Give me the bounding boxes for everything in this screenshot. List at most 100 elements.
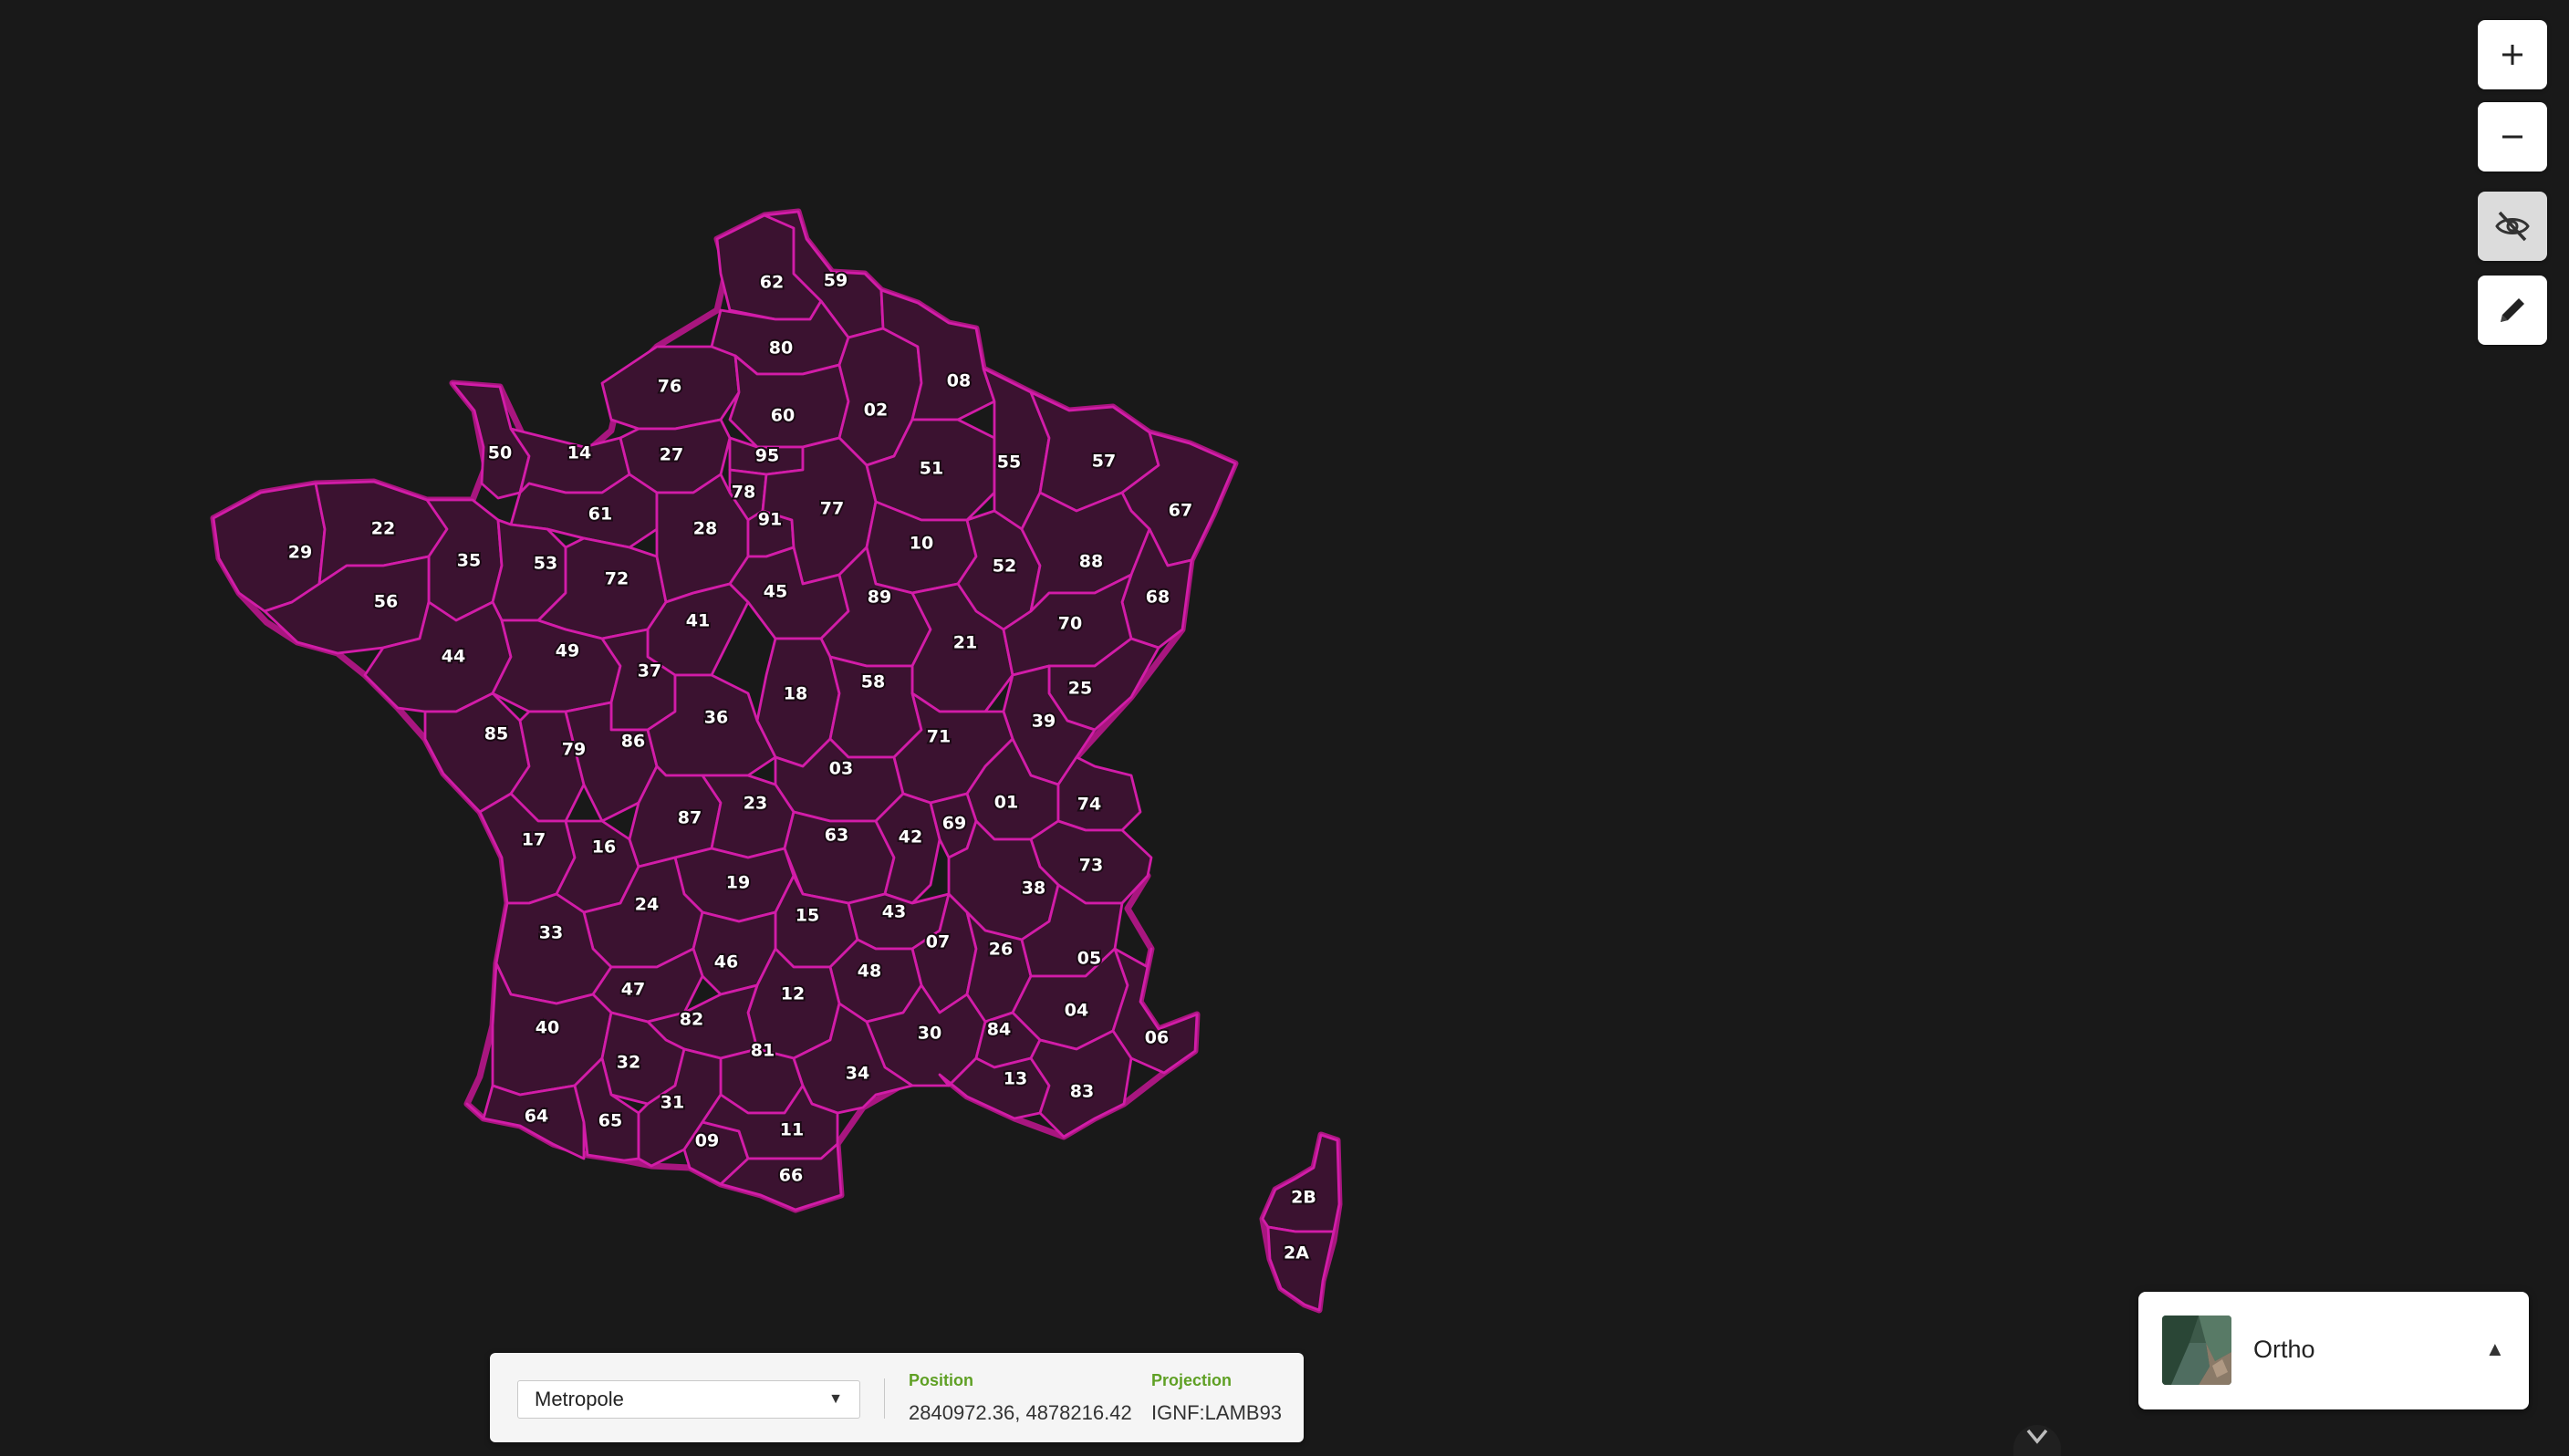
label-63: 63 — [825, 826, 848, 846]
label-04: 04 — [1065, 1001, 1088, 1021]
label-11: 11 — [780, 1120, 804, 1140]
label-89: 89 — [868, 588, 891, 608]
label-2B: 2B — [1291, 1188, 1316, 1208]
toggle-visibility-button[interactable] — [2478, 192, 2547, 261]
label-88: 88 — [1079, 552, 1103, 572]
eye-off-icon — [2495, 211, 2530, 242]
label-69: 69 — [942, 814, 966, 834]
label-72: 72 — [605, 569, 629, 589]
label-41: 41 — [686, 611, 710, 631]
corsica — [1259, 1131, 1343, 1314]
label-62: 62 — [760, 273, 784, 293]
label-08: 08 — [947, 371, 971, 391]
label-14: 14 — [567, 443, 591, 463]
label-34: 34 — [846, 1064, 869, 1084]
label-24: 24 — [635, 895, 659, 915]
label-28: 28 — [693, 519, 717, 539]
label-29: 29 — [288, 543, 312, 563]
label-23: 23 — [744, 794, 767, 814]
label-47: 47 — [621, 980, 645, 1000]
label-49: 49 — [556, 641, 579, 661]
layer-switcher[interactable]: Ortho ▲ — [2138, 1292, 2529, 1409]
label-53: 53 — [534, 554, 557, 574]
department-2B[interactable] — [1261, 1133, 1341, 1233]
coordinate-bar: Metropole ▼ Position 2840972.36, 4878216… — [490, 1353, 1304, 1442]
label-01: 01 — [994, 793, 1018, 813]
label-82: 82 — [680, 1010, 703, 1030]
label-2A: 2A — [1284, 1243, 1309, 1264]
label-46: 46 — [714, 952, 738, 972]
label-37: 37 — [638, 661, 661, 681]
label-79: 79 — [562, 740, 586, 760]
label-81: 81 — [751, 1041, 775, 1061]
label-05: 05 — [1077, 949, 1101, 969]
label-38: 38 — [1022, 879, 1045, 899]
label-36: 36 — [704, 708, 728, 728]
label-48: 48 — [858, 962, 881, 982]
label-27: 27 — [660, 445, 683, 465]
label-42: 42 — [899, 827, 922, 848]
zoom-in-button[interactable] — [2478, 20, 2547, 89]
label-84: 84 — [987, 1020, 1011, 1040]
projection-value: IGNF:LAMB93 — [1151, 1401, 1283, 1424]
zone-select[interactable]: Metropole ▼ — [517, 1380, 860, 1419]
label-30: 30 — [918, 1024, 941, 1044]
label-74: 74 — [1077, 795, 1101, 815]
triangle-up-icon[interactable]: ▲ — [2485, 1337, 2505, 1361]
label-02: 02 — [864, 400, 888, 421]
label-43: 43 — [882, 902, 906, 922]
label-17: 17 — [522, 830, 546, 850]
edit-button[interactable] — [2478, 276, 2547, 345]
label-13: 13 — [1004, 1069, 1027, 1089]
label-66: 66 — [779, 1166, 803, 1186]
label-18: 18 — [784, 684, 807, 704]
chevron-down-icon — [2026, 1429, 2048, 1444]
label-87: 87 — [678, 808, 702, 828]
label-80: 80 — [769, 338, 793, 359]
label-12: 12 — [781, 984, 805, 1004]
label-67: 67 — [1169, 501, 1192, 521]
label-35: 35 — [457, 551, 481, 571]
label-45: 45 — [764, 582, 787, 602]
label-71: 71 — [927, 727, 951, 747]
label-16: 16 — [592, 837, 616, 858]
label-70: 70 — [1058, 614, 1082, 634]
label-25: 25 — [1068, 679, 1092, 699]
label-51: 51 — [920, 459, 943, 479]
label-03: 03 — [829, 759, 853, 779]
plus-icon — [2502, 45, 2522, 65]
label-26: 26 — [989, 940, 1013, 960]
label-68: 68 — [1146, 588, 1170, 608]
label-09: 09 — [695, 1131, 719, 1151]
label-19: 19 — [726, 873, 750, 893]
minus-icon — [2502, 135, 2522, 139]
label-31: 31 — [660, 1093, 684, 1113]
label-73: 73 — [1079, 856, 1103, 876]
label-07: 07 — [926, 932, 950, 952]
label-76: 76 — [658, 377, 681, 397]
zone-select-value: Metropole — [535, 1388, 624, 1410]
projection-label: Projection — [1151, 1371, 1232, 1389]
label-59: 59 — [824, 271, 848, 291]
label-91: 91 — [758, 510, 782, 530]
label-55: 55 — [997, 452, 1021, 473]
label-56: 56 — [374, 592, 398, 612]
label-39: 39 — [1032, 712, 1056, 732]
label-15: 15 — [796, 906, 819, 926]
map-canvas[interactable]: 62 59 80 76 60 02 08 50 14 27 95 51 55 5… — [0, 0, 2569, 1456]
position-value: 2840972.36, 4878216.42 — [909, 1401, 1132, 1424]
label-85: 85 — [484, 724, 508, 744]
triangle-down-icon: ▼ — [828, 1391, 843, 1407]
layer-thumbnail — [2162, 1316, 2231, 1385]
label-40: 40 — [536, 1018, 559, 1038]
label-06: 06 — [1145, 1028, 1169, 1048]
label-50: 50 — [488, 443, 512, 463]
label-83: 83 — [1070, 1082, 1094, 1102]
label-44: 44 — [442, 647, 465, 667]
zoom-out-button[interactable] — [2478, 102, 2547, 172]
label-32: 32 — [617, 1053, 640, 1073]
label-61: 61 — [588, 504, 612, 525]
label-33: 33 — [539, 923, 563, 943]
label-22: 22 — [371, 519, 395, 539]
label-78: 78 — [732, 483, 755, 503]
